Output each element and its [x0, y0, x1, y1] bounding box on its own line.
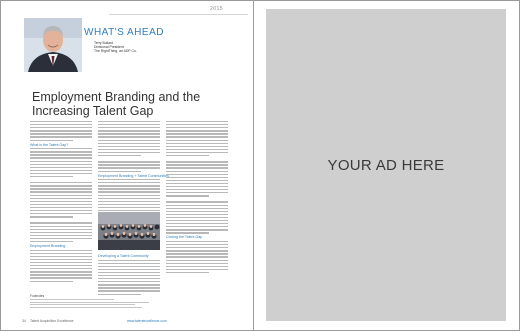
- page-number: 34: [22, 319, 26, 323]
- footnotes: Footnotes: [30, 294, 170, 309]
- author-photo: [24, 18, 82, 72]
- heading-closing-gap: Closing the Talent Gap: [166, 235, 203, 240]
- panel-divider: [253, 0, 254, 331]
- article-title-line-1: Employment Branding and the: [32, 90, 201, 104]
- section-kicker: WHAT'S AHEAD: [84, 27, 164, 38]
- heading-talent-communities: Employment Branding + Talent Communities: [98, 173, 169, 178]
- author-company: The RightThing, an ADP Co.: [94, 49, 137, 54]
- publication-name: Talent Acquisition Excellence: [30, 319, 74, 323]
- publication-url[interactable]: www.talentexcellence.com: [127, 319, 167, 323]
- article-title: Employment Branding and the Increasing T…: [32, 90, 242, 118]
- article-title-line-2: Increasing Talent Gap: [32, 104, 154, 118]
- article-column-1: What is the Talent Gap? Employment Brand…: [30, 121, 92, 284]
- issue-year: 2015: [210, 6, 224, 12]
- article-column-2-lower: Developing a Talent Community: [98, 253, 160, 297]
- author-byline: Terry Bullard Divisional President The R…: [94, 41, 137, 54]
- team-photo: [98, 212, 160, 250]
- heading-talent-gap: What is the Talent Gap?: [30, 142, 69, 147]
- header-rule: [109, 14, 248, 15]
- magazine-page: 2015 WHAT'S AHEAD Terry Bullard Division…: [10, 6, 248, 325]
- article-column-3: Closing the Talent Gap: [166, 121, 228, 275]
- ad-placeholder[interactable]: YOUR AD HERE: [266, 9, 506, 321]
- heading-developing-community: Developing a Talent Community: [98, 254, 149, 258]
- heading-employment-branding: Employment Branding: [30, 244, 66, 249]
- footnotes-label: Footnotes: [30, 294, 45, 298]
- ad-text: YOUR AD HERE: [327, 156, 445, 174]
